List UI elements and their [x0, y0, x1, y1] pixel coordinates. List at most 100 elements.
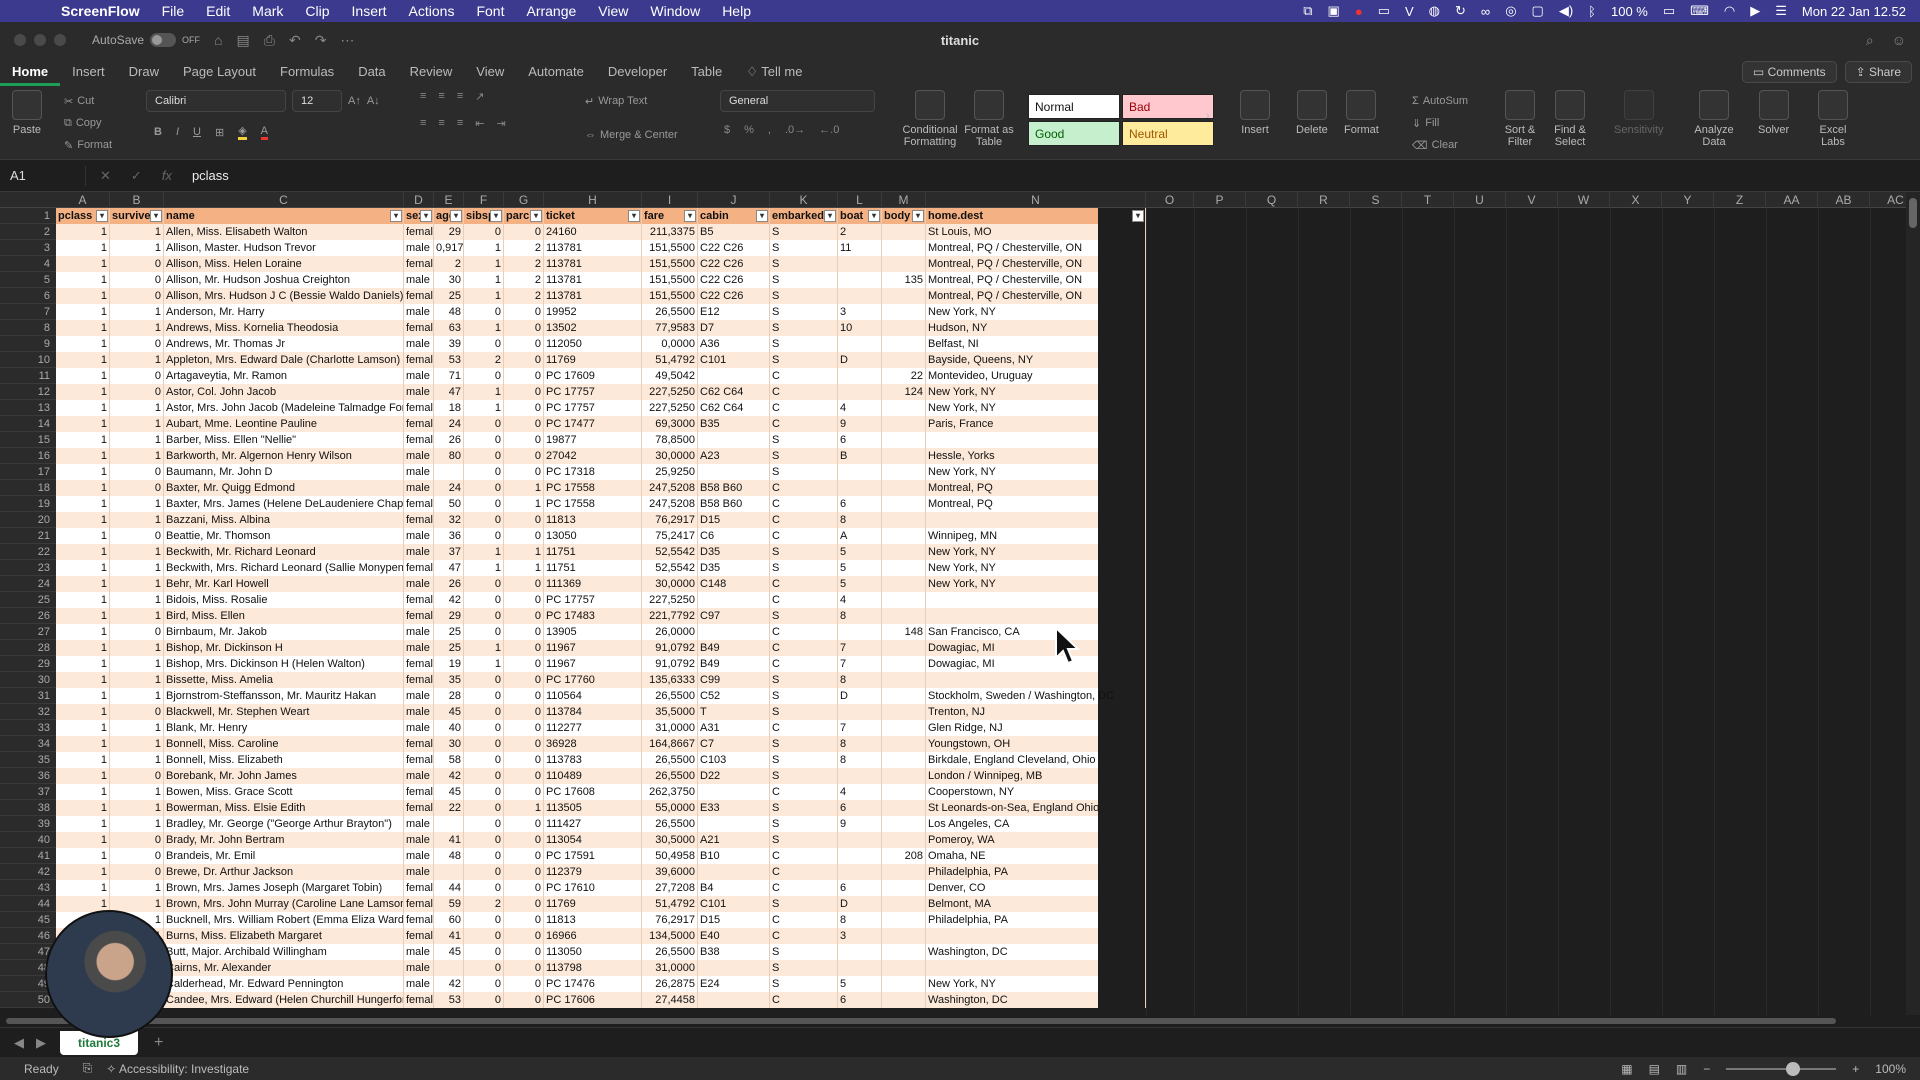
table-cell[interactable]: 0 — [504, 416, 544, 432]
table-cell[interactable]: 59 — [434, 896, 464, 912]
row-header[interactable]: 24 — [0, 576, 56, 592]
table-cell[interactable]: Barber, Miss. Ellen "Nellie" — [164, 432, 404, 448]
page-break-view-icon[interactable]: ▥ — [1676, 1062, 1687, 1076]
table-cell[interactable]: New York, NY — [926, 576, 1146, 592]
add-sheet-icon[interactable]: + — [154, 1034, 163, 1052]
table-cell[interactable]: D35 — [698, 544, 770, 560]
column-header[interactable]: G — [504, 192, 544, 208]
table-cell[interactable]: C — [770, 576, 838, 592]
table-cell[interactable]: female — [404, 880, 434, 896]
table-cell[interactable]: male — [404, 384, 434, 400]
number-format-select[interactable]: General — [720, 90, 875, 112]
table-cell[interactable] — [698, 816, 770, 832]
decrease-font-icon[interactable]: A↓ — [367, 95, 380, 107]
table-cell[interactable]: D15 — [698, 512, 770, 528]
table-cell[interactable]: 0 — [504, 688, 544, 704]
underline-icon[interactable]: U — [193, 126, 201, 138]
filter-dropdown-icon[interactable]: ▾ — [824, 210, 836, 222]
menu-view[interactable]: View — [587, 3, 639, 19]
table-cell[interactable]: 0 — [464, 368, 504, 384]
table-cell[interactable]: 36928 — [544, 736, 642, 752]
table-cell[interactable]: 0 — [110, 864, 164, 880]
solver-button[interactable]: Solver — [1758, 90, 1789, 136]
table-cell[interactable]: B58 B60 — [698, 480, 770, 496]
font-name-select[interactable]: Calibri — [146, 90, 286, 112]
table-cell[interactable]: Candee, Mrs. Edward (Helen Churchill Hun… — [164, 992, 404, 1008]
table-cell[interactable]: Andrews, Mr. Thomas Jr — [164, 336, 404, 352]
table-cell[interactable]: PC 17757 — [544, 400, 642, 416]
table-cell[interactable]: C148 — [698, 576, 770, 592]
table-cell[interactable]: S — [770, 240, 838, 256]
screenflow-icon[interactable]: ▣ — [1328, 3, 1340, 19]
menu-window[interactable]: Window — [639, 3, 711, 19]
table-cell[interactable]: Montreal, PQ / Chesterville, ON — [926, 240, 1146, 256]
excel-labs-button[interactable]: Excel Labs — [1816, 90, 1850, 148]
table-cell[interactable]: S — [770, 256, 838, 272]
table-cell[interactable]: 8 — [838, 912, 882, 928]
table-cell[interactable]: 1 — [56, 672, 110, 688]
table-cell[interactable] — [882, 912, 926, 928]
row-header[interactable]: 9 — [0, 336, 56, 352]
row-header[interactable]: 32 — [0, 704, 56, 720]
table-cell[interactable]: Montreal, PQ / Chesterville, ON — [926, 288, 1146, 304]
table-cell[interactable]: 0 — [110, 256, 164, 272]
share-button[interactable]: ⇪ Share — [1844, 61, 1912, 83]
table-cell[interactable]: 0 — [464, 992, 504, 1008]
table-cell[interactable]: Allison, Mr. Hudson Joshua Creighton — [164, 272, 404, 288]
table-cell[interactable]: Bowen, Miss. Grace Scott — [164, 784, 404, 800]
table-cell[interactable]: 11813 — [544, 912, 642, 928]
table-cell[interactable]: 30,5000 — [642, 832, 698, 848]
table-cell[interactable]: PC 17558 — [544, 496, 642, 512]
table-cell[interactable]: S — [770, 560, 838, 576]
table-cell[interactable]: 0 — [110, 832, 164, 848]
table-cell[interactable]: C — [770, 512, 838, 528]
percent-icon[interactable]: % — [744, 124, 754, 136]
table-cell[interactable]: male — [404, 864, 434, 880]
table-cell[interactable]: 9 — [838, 416, 882, 432]
table-cell[interactable]: 1 — [110, 560, 164, 576]
table-cell[interactable]: Bradley, Mr. George ("George Arthur Bray… — [164, 816, 404, 832]
row-header[interactable]: 19 — [0, 496, 56, 512]
copy-button[interactable]: ⧉ Copy — [64, 112, 112, 134]
formula-input[interactable]: pclass — [186, 168, 229, 183]
table-cell[interactable]: 6 — [838, 992, 882, 1008]
decrease-decimal-icon[interactable]: ←.0 — [819, 124, 839, 136]
table-cell[interactable]: 113781 — [544, 272, 642, 288]
table-cell[interactable] — [882, 704, 926, 720]
table-cell[interactable]: 5 — [838, 976, 882, 992]
table-cell[interactable]: 110489 — [544, 768, 642, 784]
table-cell[interactable]: D35 — [698, 560, 770, 576]
table-cell[interactable] — [882, 928, 926, 944]
table-cell[interactable]: A36 — [698, 336, 770, 352]
table-cell[interactable]: 22 — [434, 800, 464, 816]
table-cell[interactable]: 1 — [464, 320, 504, 336]
row-header[interactable]: 13 — [0, 400, 56, 416]
table-cell[interactable]: 45 — [434, 704, 464, 720]
table-cell[interactable]: St Leonards-on-Sea, England Ohio — [926, 800, 1146, 816]
table-cell[interactable]: PC 17476 — [544, 976, 642, 992]
table-cell[interactable]: male — [404, 976, 434, 992]
table-cell[interactable]: C — [770, 656, 838, 672]
table-cell[interactable]: 164,8667 — [642, 736, 698, 752]
tab-home[interactable]: Home — [0, 58, 61, 86]
table-cell[interactable]: Belfast, NI — [926, 336, 1146, 352]
fx-icon[interactable]: fx — [162, 168, 172, 184]
table-cell[interactable]: 26 — [434, 432, 464, 448]
header-cell[interactable]: parch ▾ — [504, 208, 544, 224]
table-cell[interactable]: C62 C64 — [698, 400, 770, 416]
table-cell[interactable]: 0 — [464, 464, 504, 480]
table-cell[interactable]: 0 — [504, 336, 544, 352]
table-cell[interactable]: 113798 — [544, 960, 642, 976]
column-header[interactable]: C — [164, 192, 404, 208]
table-cell[interactable] — [882, 768, 926, 784]
table-cell[interactable]: 13050 — [544, 528, 642, 544]
font-size-select[interactable]: 12 — [292, 90, 342, 112]
table-cell[interactable]: Allison, Mrs. Hudson J C (Bessie Waldo D… — [164, 288, 404, 304]
table-cell[interactable]: 1 — [464, 272, 504, 288]
table-cell[interactable]: 0 — [464, 832, 504, 848]
table-cell[interactable]: Bayside, Queens, NY — [926, 352, 1146, 368]
filter-dropdown-icon[interactable]: ▾ — [756, 210, 768, 222]
table-cell[interactable]: C — [770, 864, 838, 880]
table-cell[interactable]: 7 — [838, 640, 882, 656]
table-cell[interactable]: C7 — [698, 736, 770, 752]
